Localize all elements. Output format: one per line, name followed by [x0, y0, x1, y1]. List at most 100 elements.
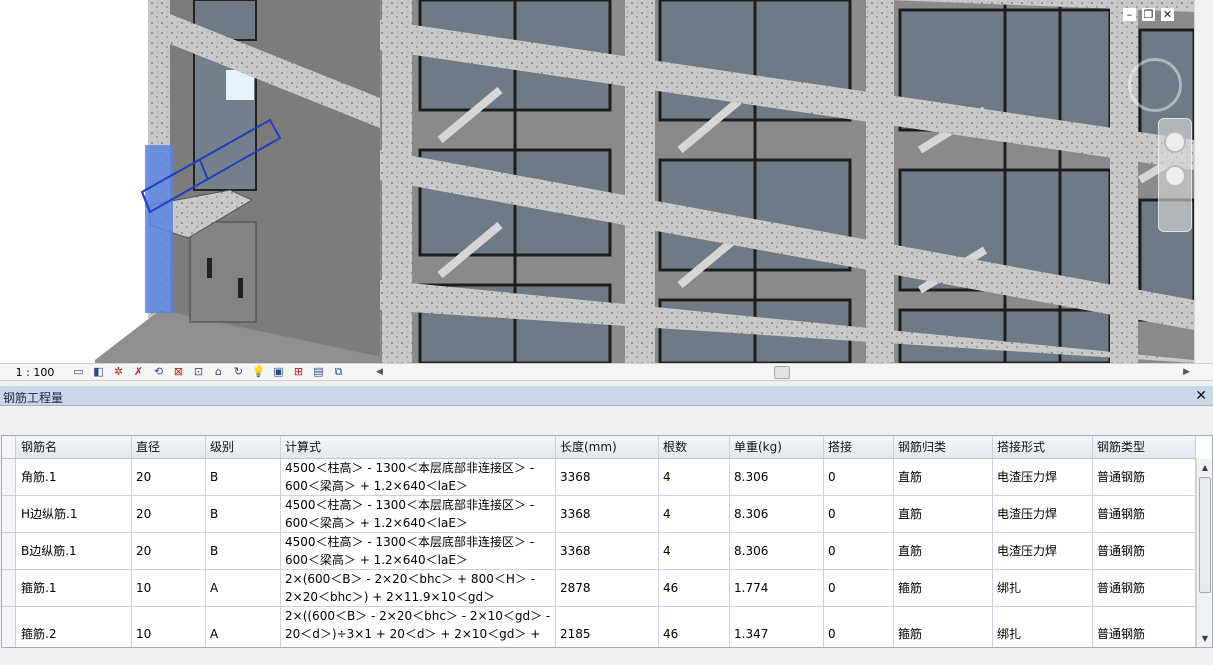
- shadows-icon[interactable]: ✗: [130, 365, 147, 379]
- bar-length: 3368: [556, 459, 659, 495]
- bar-grade: A: [206, 607, 281, 647]
- view-control-bar: 1 : 100 ▭ ◧ ✲ ✗ ⟲ ⊠ ⊡ ⌂ ↻ 💡 ▣ ⊞ ▤ ⧉ ◀ ▶: [0, 363, 1213, 381]
- bar-lap: 0: [824, 533, 894, 569]
- vertical-scroll-thumb[interactable]: [1199, 477, 1211, 593]
- bar-diameter: 20: [132, 459, 206, 495]
- column-header[interactable]: 搭接形式: [993, 436, 1093, 458]
- scroll-down-icon[interactable]: ▼: [1197, 632, 1212, 646]
- view-scale[interactable]: 1 : 100: [0, 366, 70, 379]
- building-model-render: [0, 0, 1194, 363]
- bar-lap-type: 电渣压力焊: [993, 496, 1093, 532]
- close-icon[interactable]: ✕: [1161, 8, 1174, 21]
- bar-type: 普通钢筋: [1093, 459, 1196, 495]
- reveal-hidden-icon[interactable]: 💡: [250, 365, 267, 379]
- row-selector[interactable]: [2, 570, 16, 606]
- horizontal-scroll-thumb[interactable]: [774, 366, 790, 379]
- bar-length: 2185: [556, 607, 659, 647]
- bar-unit-weight: 8.306: [730, 459, 824, 495]
- bar-grade: B: [206, 533, 281, 569]
- column-header[interactable]: 单重(kg): [730, 436, 824, 458]
- bar-type: 普通钢筋: [1093, 607, 1196, 647]
- highlight-displacement-icon[interactable]: ▤: [310, 365, 327, 379]
- column-header[interactable]: 钢筋名: [17, 436, 132, 458]
- row-selector[interactable]: [2, 533, 16, 569]
- bar-name: B边纵筋.1: [17, 533, 132, 569]
- bar-grade: B: [206, 496, 281, 532]
- row-selector[interactable]: [2, 459, 16, 495]
- bar-lap: 0: [824, 496, 894, 532]
- viewport-vertical-scrollbar[interactable]: [1194, 0, 1213, 363]
- scroll-up-icon[interactable]: ▲: [1197, 461, 1212, 475]
- column-header[interactable]: 搭接: [824, 436, 894, 458]
- bar-name: H边纵筋.1: [17, 496, 132, 532]
- viewport-horizontal-scrollbar[interactable]: ◀ ▶: [374, 365, 1192, 380]
- analytical-model-icon[interactable]: ⊞: [290, 365, 307, 379]
- bar-grade: B: [206, 459, 281, 495]
- bar-name: 箍筋.2: [17, 607, 132, 647]
- table-vertical-scrollbar[interactable]: ▲ ▼: [1196, 459, 1212, 647]
- bar-count: 46: [659, 570, 730, 606]
- bar-category: 箍筋: [894, 607, 993, 647]
- 3d-viewport[interactable]: – ❐ ✕: [0, 0, 1194, 363]
- bar-unit-weight: 8.306: [730, 533, 824, 569]
- panel-header: 钢筋工程量 ✕: [0, 386, 1213, 406]
- restore-icon[interactable]: ❐: [1142, 8, 1155, 21]
- minimize-icon[interactable]: –: [1123, 8, 1136, 21]
- bar-type: 普通钢筋: [1093, 570, 1196, 606]
- table-row[interactable]: 角筋.1 20 B 4500＜柱高＞ - 1300＜本层底部非连接区＞ - 60…: [2, 459, 1196, 496]
- temp-hide-icon[interactable]: ↻: [230, 365, 247, 379]
- table-header: 钢筋名 直径 级别 计算式 长度(mm) 根数 单重(kg) 搭接 钢筋归类 搭…: [2, 436, 1196, 459]
- bar-formula: 2×((600＜B＞ - 2×20＜bhc＞ - 2×10＜gd＞ - 20＜d…: [281, 607, 556, 647]
- bar-count: 46: [659, 607, 730, 647]
- bar-formula: 4500＜柱高＞ - 1300＜本层底部非连接区＞ - 600＜梁高＞ + 1.…: [281, 496, 556, 532]
- bar-length: 2878: [556, 570, 659, 606]
- unlock-3d-icon[interactable]: ⌂: [210, 365, 227, 379]
- show-crop-icon[interactable]: ⊡: [190, 365, 207, 379]
- bar-lap-type: 电渣压力焊: [993, 459, 1093, 495]
- table-row[interactable]: 箍筋.1 10 A 2×(600＜B＞ - 2×20＜bhc＞ + 800＜H＞…: [2, 570, 1196, 607]
- zoom-icon[interactable]: [1164, 165, 1186, 187]
- header-row-selector: [2, 436, 16, 458]
- table-row[interactable]: H边纵筋.1 20 B 4500＜柱高＞ - 1300＜本层底部非连接区＞ - …: [2, 496, 1196, 533]
- column-header[interactable]: 计算式: [281, 436, 556, 458]
- crop-view-icon[interactable]: ⊠: [170, 365, 187, 379]
- navigation-bar[interactable]: [1158, 118, 1192, 232]
- bar-lap-type: 绑扎: [993, 607, 1093, 647]
- visual-style-icon[interactable]: ◧: [90, 365, 107, 379]
- render-icon[interactable]: ⟲: [150, 365, 167, 379]
- bar-category: 直筋: [894, 496, 993, 532]
- table-row[interactable]: 箍筋.2 10 A 2×((600＜B＞ - 2×20＜bhc＞ - 2×10＜…: [2, 607, 1196, 647]
- bar-diameter: 10: [132, 607, 206, 647]
- bar-unit-weight: 1.774: [730, 570, 824, 606]
- scroll-right-icon[interactable]: ▶: [1183, 365, 1190, 380]
- column-header[interactable]: 直径: [132, 436, 206, 458]
- table-row[interactable]: B边纵筋.1 20 B 4500＜柱高＞ - 1300＜本层底部非连接区＞ - …: [2, 533, 1196, 570]
- viewcube[interactable]: [1128, 58, 1182, 112]
- scroll-left-icon[interactable]: ◀: [376, 365, 383, 380]
- detail-level-icon[interactable]: ▭: [70, 365, 87, 379]
- panel-close-icon[interactable]: ✕: [1195, 387, 1207, 405]
- sun-path-icon[interactable]: ✲: [110, 365, 127, 379]
- full-navigation-wheel-icon[interactable]: [1164, 131, 1186, 153]
- worksharing-icon[interactable]: ▣: [270, 365, 287, 379]
- row-selector[interactable]: [2, 496, 16, 532]
- column-header[interactable]: 根数: [659, 436, 730, 458]
- row-selector[interactable]: [2, 607, 16, 647]
- bar-diameter: 20: [132, 533, 206, 569]
- bar-unit-weight: 8.306: [730, 496, 824, 532]
- bar-unit-weight: 1.347: [730, 607, 824, 647]
- column-header[interactable]: 钢筋类型: [1093, 436, 1196, 458]
- app-window: – ❐ ✕ 1 : 100 ▭ ◧ ✲ ✗ ⟲ ⊠ ⊡ ⌂ ↻ 💡 ▣ ⊞ ▤ …: [0, 0, 1213, 665]
- bar-category: 直筋: [894, 533, 993, 569]
- bar-length: 3368: [556, 496, 659, 532]
- column-header[interactable]: 级别: [206, 436, 281, 458]
- panel-title: 钢筋工程量: [3, 391, 64, 405]
- bar-grade: A: [206, 570, 281, 606]
- rebar-quantity-table: 钢筋名 直径 级别 计算式 长度(mm) 根数 单重(kg) 搭接 钢筋归类 搭…: [1, 435, 1213, 648]
- bar-name: 角筋.1: [17, 459, 132, 495]
- column-header[interactable]: 长度(mm): [556, 436, 659, 458]
- bar-formula: 2×(600＜B＞ - 2×20＜bhc＞ + 800＜H＞ - 2×20＜bh…: [281, 570, 556, 606]
- bar-category: 箍筋: [894, 570, 993, 606]
- reveal-constraints-icon[interactable]: ⧉: [330, 365, 347, 379]
- column-header[interactable]: 钢筋归类: [894, 436, 993, 458]
